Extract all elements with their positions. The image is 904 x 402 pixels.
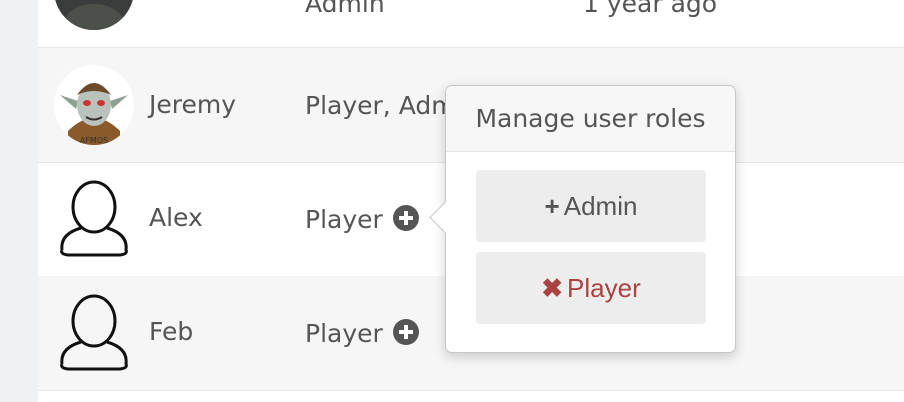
- user-name: Jeremy: [149, 90, 237, 119]
- user-roles: Admin: [305, 0, 385, 18]
- user-roles-text: Player: [305, 205, 383, 234]
- add-admin-role-button[interactable]: + Admin: [476, 170, 706, 242]
- add-role-icon[interactable]: [392, 205, 419, 231]
- table-row: Admin 1 year ago: [38, 0, 904, 48]
- avatar: AFMOS: [54, 65, 134, 145]
- add-role-icon[interactable]: [392, 319, 419, 345]
- default-avatar-icon: [54, 178, 134, 258]
- avatar: [54, 0, 134, 30]
- user-time: 1 year ago: [583, 0, 718, 18]
- manage-roles-popover: Manage user roles + Admin ✖ Player: [429, 85, 736, 353]
- remove-player-label: Player: [567, 273, 641, 303]
- plus-icon: +: [544, 191, 560, 221]
- user-roles: Player: [305, 319, 419, 349]
- user-name: Alex: [149, 203, 203, 232]
- popover-title: Manage user roles: [446, 86, 735, 152]
- remove-player-role-button[interactable]: ✖ Player: [476, 252, 706, 324]
- user-roles: Player: [305, 205, 419, 235]
- remove-icon: ✖: [541, 273, 564, 303]
- default-avatar-icon: [54, 292, 134, 372]
- user-name: Feb: [149, 317, 194, 346]
- add-admin-label: Admin: [563, 191, 638, 221]
- user-roles-text: Player: [305, 319, 383, 348]
- svg-text:AFMOS: AFMOS: [80, 136, 108, 145]
